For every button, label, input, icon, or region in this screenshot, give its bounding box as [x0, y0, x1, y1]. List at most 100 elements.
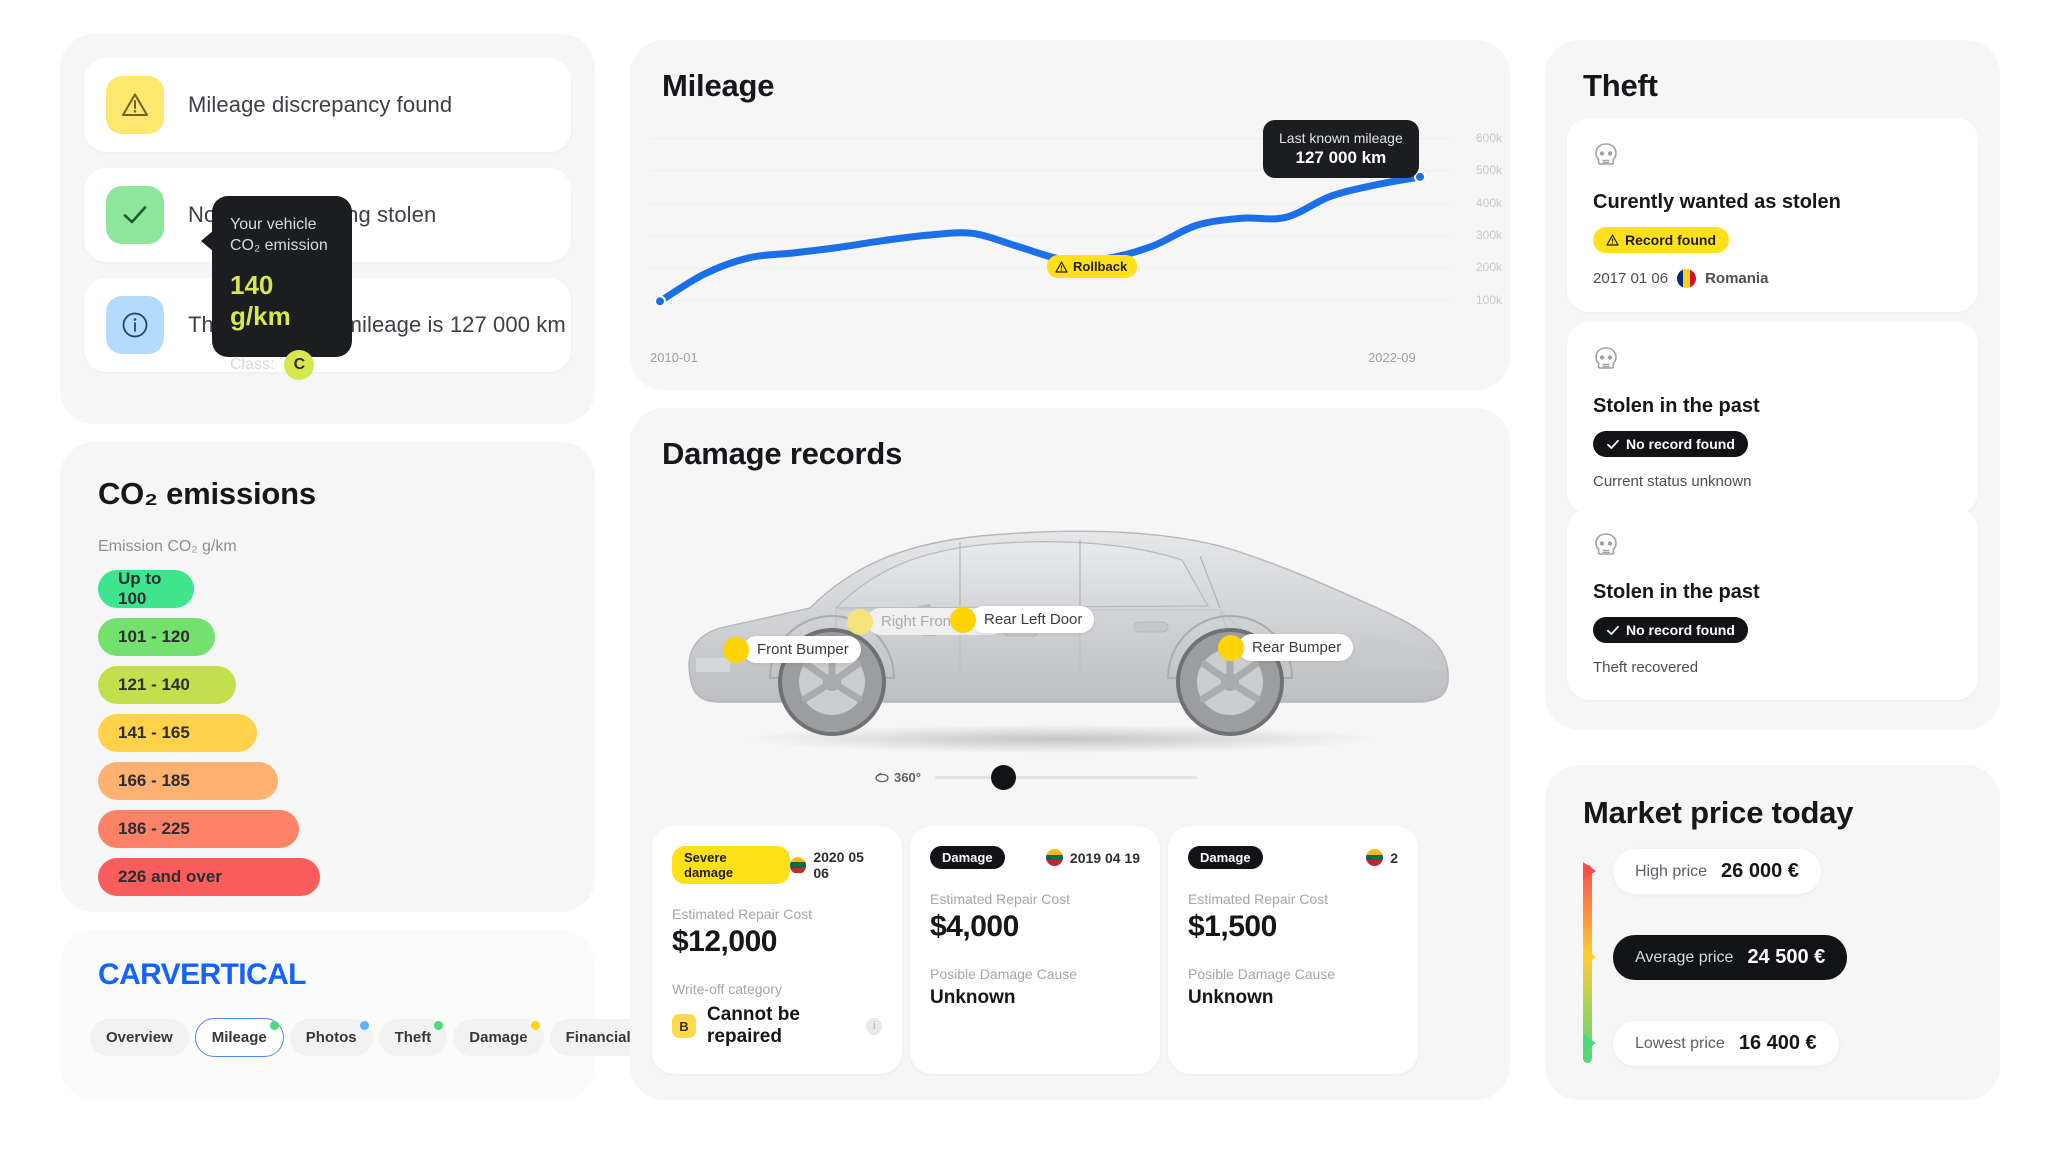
price-label: Lowest price: [1635, 1034, 1725, 1052]
chart-y-tick-label: 600k: [1476, 131, 1503, 146]
damage-pin-label: Rear Bumper: [1238, 634, 1354, 661]
price-marker-arrow: [1583, 1034, 1596, 1052]
theft-skull-icon-wrap: [1593, 533, 1619, 564]
theft-skull-icon: [1595, 533, 1617, 555]
mileage-panel-title: Mileage: [662, 68, 775, 103]
tab-status-dot: [434, 1021, 444, 1030]
damage-cause-value: Unknown: [930, 987, 1016, 1008]
co2-band: 166 - 185: [98, 762, 278, 800]
damage-pin[interactable]: Rear Bumper: [1218, 634, 1354, 661]
damage-detail-label: Posible Damage Cause: [1188, 966, 1336, 982]
co2-band: 121 - 140: [98, 666, 236, 704]
logo-text-part2: V: [160, 958, 181, 991]
co2-band: 101 - 120: [98, 618, 215, 656]
theft-date-country: 2017 01 06 Romania: [1593, 269, 1952, 288]
rollback-label: Rollback: [1073, 259, 1128, 274]
price-row: Lowest price 16 400 €: [1613, 1021, 1839, 1066]
damage-date-text: 2: [1390, 849, 1398, 866]
tooltip-line-1: Your vehicle: [230, 216, 317, 233]
tab-status-dot: [530, 1021, 540, 1030]
damage-pin-dot[interactable]: [723, 636, 749, 663]
tab-mileage[interactable]: Mileage: [194, 1018, 284, 1057]
damage-pin[interactable]: Front Bumper: [723, 636, 861, 663]
damage-severity-chip: Severe damage: [672, 846, 790, 884]
rotate-360-icon: [875, 772, 889, 783]
damage-pin-dot[interactable]: [1218, 634, 1244, 661]
tab-damage[interactable]: Damage: [453, 1019, 544, 1056]
tooltip-class-badge: C: [284, 350, 315, 380]
damage-pin-dot[interactable]: [950, 606, 976, 633]
price-label: Average price: [1635, 948, 1734, 966]
theft-skull-icon-wrap: [1593, 347, 1619, 378]
tooltip-emission-value: 140 g/km: [230, 270, 291, 331]
damage-record-card[interactable]: Damage 2019 04 19 Estimated Repair Cost …: [910, 826, 1160, 1074]
report-dashboard: Mileage discrepancy foundNo record of be…: [0, 0, 2048, 1152]
repair-cost-label: Estimated Repair Cost: [672, 906, 813, 922]
damage-card-header: Severe damage 2020 05 06: [672, 846, 882, 884]
theft-record-card: Stolen in the past No record found Curre…: [1567, 322, 1978, 514]
writeoff-category-badge: B: [672, 1014, 696, 1038]
rollback-badge[interactable]: Rollback: [1047, 255, 1138, 278]
damage-pin-label: Front Bumper: [743, 636, 861, 663]
chart-y-tick-label: 500k: [1476, 163, 1503, 178]
check-icon-badge: [106, 186, 164, 244]
theft-status-note: Current status unknown: [1593, 473, 1752, 490]
damage-date: 2020 05 06: [789, 849, 882, 881]
damage-pin[interactable]: Rear Left Door: [950, 606, 1095, 633]
price-value: 26 000 €: [1721, 860, 1799, 882]
co2-band: 226 and over: [98, 858, 320, 896]
tab-status-dot: [269, 1021, 279, 1030]
price-value: 16 400 €: [1738, 1032, 1817, 1054]
slider-knob[interactable]: [990, 765, 1016, 790]
slider-track[interactable]: [934, 765, 1197, 790]
theft-skull-icon: [1595, 347, 1617, 369]
theft-chip-label: No record found: [1626, 622, 1735, 638]
damage-record-card[interactable]: Severe damage 2020 05 06 Estimated Repai…: [652, 826, 902, 1074]
theft-card-title: Stolen in the past: [1593, 395, 1760, 417]
damage-detail-label: Posible Damage Cause: [930, 966, 1078, 982]
tab-theft[interactable]: Theft: [378, 1019, 448, 1056]
chart-x-tick-end: 2022-09: [1368, 350, 1416, 365]
chart-y-tick-label: 400k: [1476, 195, 1503, 210]
price-marker-arrow: [1583, 948, 1596, 966]
damage-date-text: 2020 05 06: [813, 849, 864, 881]
tab-label: Mileage: [211, 1029, 267, 1046]
theft-status-note: Theft recovered: [1593, 659, 1699, 676]
co2-band: 186 - 225: [98, 810, 299, 848]
tab-photos[interactable]: Photos: [289, 1019, 373, 1056]
damage-record-card[interactable]: Damage 2 Estimated Repair Cost $1,500 Po…: [1168, 826, 1418, 1074]
damage-pin-dot[interactable]: [847, 608, 873, 635]
damage-panel-title: Damage records: [662, 436, 903, 471]
theft-record-card: Curently wanted as stolen Record found 2…: [1567, 118, 1978, 312]
slider-degree-label: 360°: [894, 770, 921, 785]
tooltip-line-2: CO₂ emission: [230, 237, 328, 254]
car-rotation-slider[interactable]: 360°: [875, 765, 1197, 790]
damage-pin-label: Rear Left Door: [970, 606, 1095, 633]
damage-date: 2019 04 19: [1045, 849, 1140, 866]
check-icon: [1607, 625, 1619, 635]
logo-text-part1: CAR: [98, 958, 161, 991]
theft-skull-icon: [1595, 143, 1617, 165]
tab-label: Financial: [565, 1029, 631, 1046]
theft-status-chip: No record found: [1593, 431, 1748, 457]
info-icon[interactable]: i: [866, 1017, 882, 1035]
flag-label: Mileage discrepancy found: [188, 92, 453, 117]
warning-triangle-icon: [1606, 234, 1619, 246]
car-3d-viewer[interactable]: Front Bumper Right Front Door Rear Left Do…: [660, 486, 1480, 786]
tab-overview[interactable]: Overview: [90, 1019, 189, 1056]
chart-y-tick-label: 300k: [1476, 228, 1503, 243]
damage-card-header: Damage 2019 04 19: [930, 846, 1140, 869]
co2-panel-title: CO₂ emissions: [98, 476, 316, 511]
price-row: Average price 24 500 €: [1613, 935, 1848, 980]
price-marker-arrow: [1583, 862, 1596, 880]
flag-romania-icon: [1677, 269, 1697, 288]
tab-label: Theft: [394, 1029, 432, 1046]
theft-date: 2017 01 06: [1593, 270, 1669, 287]
tab-label: Damage: [469, 1029, 528, 1046]
writeoff-row: B Cannot be repaired i: [672, 1004, 882, 1048]
tooltip-mileage-value: 127 000 km: [1295, 148, 1387, 167]
warning-triangle-icon: [122, 93, 148, 116]
chart-y-tick-label: 200k: [1476, 260, 1503, 275]
price-value: 24 500 €: [1747, 946, 1826, 968]
theft-card-title: Curently wanted as stolen: [1593, 191, 1841, 213]
